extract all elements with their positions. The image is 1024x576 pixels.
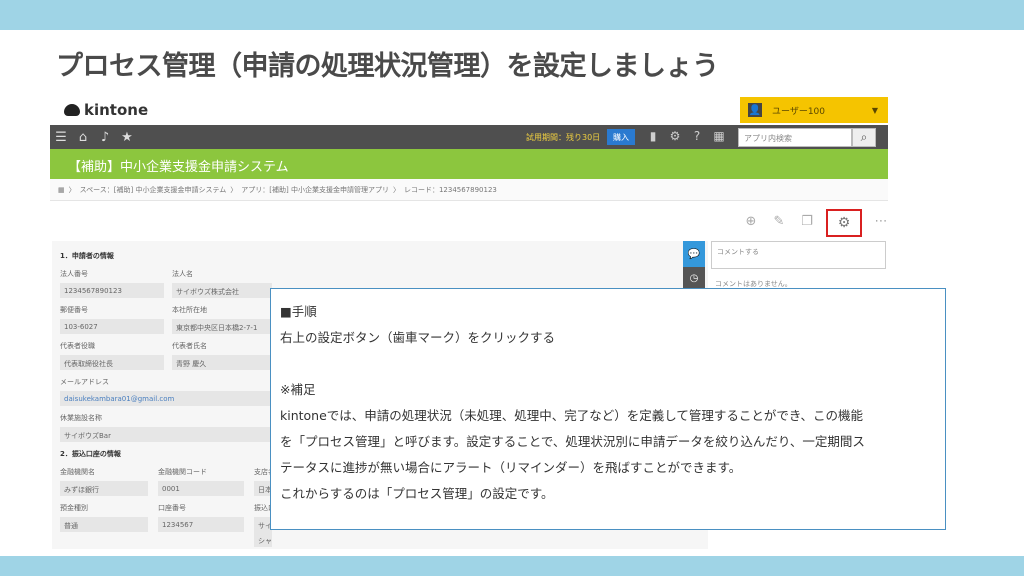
note-step: 右上の設定ボタン（歯車マーク）をクリックする (280, 330, 556, 345)
toolbar-right-icons: ▮ ⚙ ? ▦ (645, 129, 727, 143)
app-header: 【補助】中小企業支援金申請システム (50, 149, 888, 179)
breadcrumb-space[interactable]: スペース：[補助] 中小企業支援金申請システム (80, 185, 227, 195)
field-value: 青野 慶久 (172, 355, 272, 370)
help-icon[interactable]: ? (689, 129, 705, 143)
edit-icon[interactable]: ✎ (770, 214, 788, 232)
gear-icon[interactable]: ⚙ (667, 129, 683, 143)
menu-icon[interactable]: ☰ (50, 130, 72, 145)
section-title: 1．申請者の情報 (60, 252, 114, 260)
field-label: 預金種別 (60, 504, 88, 512)
note-line: テータスに進捗が無い場合にアラート（リマインダー）を飛ばすことができます。 (280, 460, 742, 475)
field-value: 103-6027 (60, 319, 164, 334)
breadcrumb-separator: 〉 (392, 185, 400, 194)
field-value: サイボウズ株式会社 (172, 283, 272, 298)
note-spacer (280, 351, 936, 377)
add-icon[interactable]: ⊕ (742, 214, 760, 232)
section-title: 2．振込口座の情報 (60, 450, 121, 458)
gear-icon: ⚙ (837, 215, 851, 231)
comment-icon[interactable]: 💬 (683, 241, 705, 267)
star-icon[interactable]: ★ (116, 130, 138, 145)
field-label: 休業施設名称 (60, 414, 102, 422)
field-label: 口座番号 (158, 504, 186, 512)
breadcrumb-home-icon[interactable]: ▦ (58, 186, 65, 194)
breadcrumb: ▦ 〉 スペース：[補助] 中小企業支援金申請システム 〉 アプリ：[補助] 中… (50, 179, 888, 201)
slide-title: プロセス管理（申請の処理状況管理）を設定しましょう (56, 51, 719, 82)
app-title: 【補助】中小企業支援金申請システム (68, 160, 289, 175)
breadcrumb-record: レコード：1234567890123 (403, 185, 497, 194)
field-label: 法人番号 (60, 270, 88, 278)
field-label: 金融機関名 (60, 468, 95, 476)
bookmark-icon[interactable]: ▮ (645, 129, 661, 143)
field-value: 普通 (60, 517, 148, 532)
field-value: みずほ銀行 (60, 481, 148, 496)
breadcrumb-separator: 〉 (230, 185, 238, 194)
comment-input[interactable]: コメントする (711, 241, 886, 269)
search-icon[interactable]: ⌕ (852, 128, 876, 147)
field-label: 代表者役職 (60, 342, 95, 350)
field-value: 1234567 (158, 517, 244, 532)
bell-icon[interactable]: ♪ (94, 130, 116, 145)
user-name: ユーザー100 (772, 106, 825, 117)
field-label: 本社所在地 (172, 306, 207, 314)
field-value[interactable]: daisukekambara01@gmail.com (60, 391, 270, 406)
note-line: kintoneでは、申請の処理状況（未処理、処理中、完了など）を定義して管理する… (280, 408, 864, 423)
field-value: 1234567890123 (60, 283, 164, 298)
field-value: シャ (254, 532, 272, 547)
field-value: サイボウズBar (60, 427, 270, 442)
note-heading: ■手順 (280, 304, 317, 319)
kintone-toolbar: ☰ ⌂ ♪ ★ 試用期間：残り30日 購入 ▮ ⚙ ? ▦ アプリ内検索 ⌕ (50, 125, 888, 149)
bottom-band (0, 556, 1024, 576)
chevron-down-icon: ▼ (871, 105, 878, 115)
top-band (0, 0, 1024, 30)
field-label: 法人名 (172, 270, 193, 278)
note-line: これからするのは「プロセス管理」の設定です。 (280, 486, 554, 501)
kintone-logo-icon (64, 104, 80, 116)
field-label: 金融機関コード (158, 468, 207, 476)
grid-icon[interactable]: ▦ (711, 129, 727, 143)
buy-button[interactable]: 購入 (607, 129, 635, 145)
kintone-logo[interactable]: kintone (64, 101, 148, 119)
search-input[interactable]: アプリ内検索 (738, 128, 852, 147)
more-icon[interactable]: ⋯ (872, 214, 888, 232)
record-actions: ⊕ ✎ ❐ ⚙ ⋯ (742, 209, 888, 237)
field-value: 東京都中央区日本橋2-7-1 (172, 319, 272, 334)
home-icon[interactable]: ⌂ (72, 130, 94, 145)
note-supp-heading: ※補足 (280, 382, 316, 397)
instruction-callout: ■手順 右上の設定ボタン（歯車マーク）をクリックする ※補足 kintoneでは… (270, 288, 946, 530)
copy-icon[interactable]: ❐ (798, 214, 816, 232)
field-label: 代表者氏名 (172, 342, 207, 350)
settings-gear-button[interactable]: ⚙ (826, 209, 862, 237)
field-value: 0001 (158, 481, 244, 496)
user-menu[interactable]: 👤 ユーザー100 ▼ (740, 97, 888, 123)
field-label: メールアドレス (60, 378, 109, 386)
avatar: 👤 (748, 103, 762, 117)
field-label: 郵便番号 (60, 306, 88, 314)
breadcrumb-separator: 〉 (68, 185, 76, 194)
history-icon[interactable]: ◷ (683, 267, 705, 289)
trial-period: 試用期間：残り30日 (526, 133, 601, 142)
logo-text: kintone (84, 101, 149, 119)
kintone-header: kintone 👤 ユーザー100 ▼ (50, 97, 888, 125)
breadcrumb-app[interactable]: アプリ：[補助] 中小企業支援金申請管理アプリ (241, 185, 389, 195)
field-value: 代表取締役社長 (60, 355, 164, 370)
note-line: を「プロセス管理」と呼びます。設定することで、処理状況別に申請データを絞り込んだ… (280, 434, 865, 449)
